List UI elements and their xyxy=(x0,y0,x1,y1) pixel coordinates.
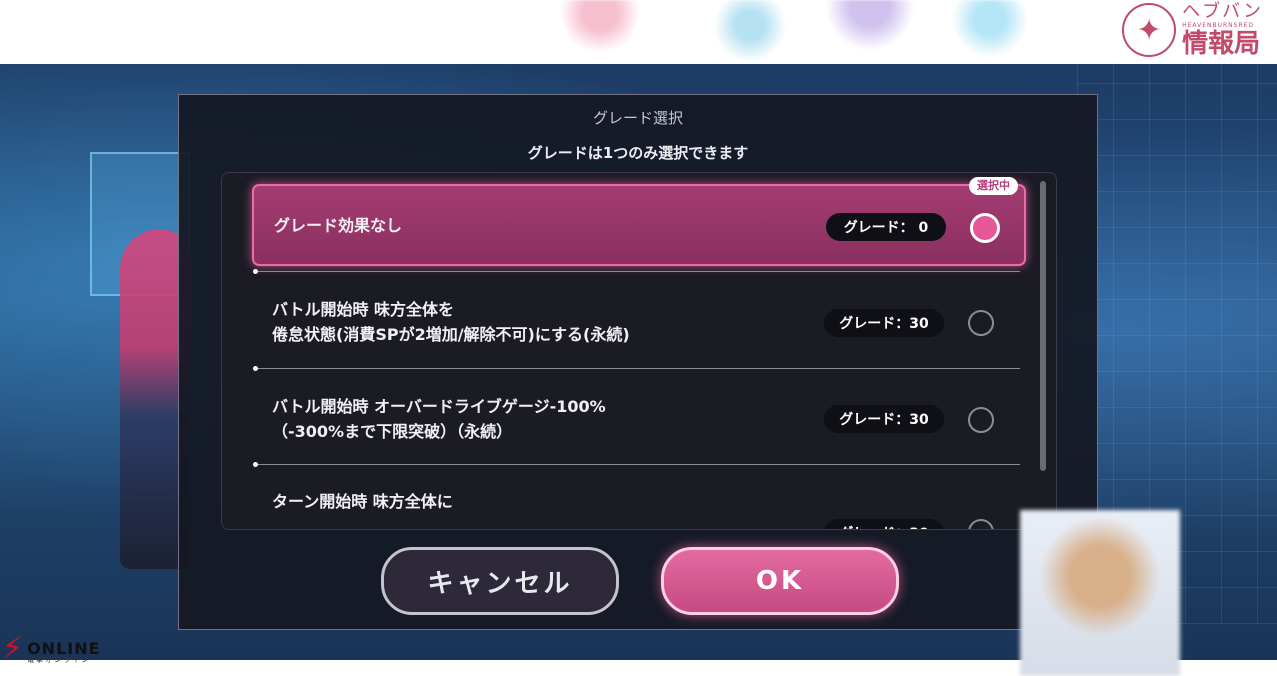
option-label: ターン開始時 味方全体に xyxy=(272,473,453,514)
grade-option-fatigue[interactable]: バトル開始時 味方全体を 倦怠状態(消費SPが2増加/解除不可)にする(永続) … xyxy=(252,281,1022,363)
grade-select-dialog: グレード選択 グレードは1つのみ選択できます 選択中 グレード効果なし グレード… xyxy=(178,94,1098,630)
radio-selected-icon[interactable] xyxy=(970,213,1000,243)
grade-pill: グレード： 0 xyxy=(826,213,946,241)
streamer-webcam xyxy=(1020,510,1180,676)
dialog-subtitle: グレードは1つのみ選択できます xyxy=(527,144,749,162)
option-label: バトル開始時 オーバードライブゲージ-100% （-300%まで下限突破）（永続… xyxy=(272,378,606,460)
option-label-line1: バトル開始時 味方全体を xyxy=(272,300,455,319)
brand-kanji: 情報局 xyxy=(1182,29,1261,59)
star-emblem-icon: ✦ xyxy=(1122,3,1177,57)
press-logo: ⚡ ONLINE 電撃オンライン xyxy=(2,634,101,664)
option-divider xyxy=(253,366,1020,371)
list-scrollbar[interactable] xyxy=(1040,181,1046,471)
top-banner: ✦ ヘブバン HEAVENBURNSRED 情報局 xyxy=(0,0,1277,64)
option-label-line1: バトル開始時 オーバードライブゲージ-100% xyxy=(272,397,606,416)
option-label-line2: 倦怠状態(消費SPが2増加/解除不可)にする(永続) xyxy=(272,325,630,344)
press-logo-sub: 電撃オンライン xyxy=(27,656,91,664)
grade-pill: グレード：30 xyxy=(824,309,944,337)
grade-pill: グレード：30 xyxy=(824,519,944,529)
option-label: グレード効果なし xyxy=(274,186,402,264)
option-label-line1: ターン開始時 味方全体に xyxy=(272,492,453,511)
option-label-line2: （-300%まで下限突破）（永続） xyxy=(272,422,513,441)
cancel-button[interactable]: キャンセル xyxy=(381,547,619,615)
option-divider xyxy=(253,269,1020,274)
press-logo-word: ONLINE xyxy=(27,639,101,658)
grade-option-turn-start[interactable]: ターン開始時 味方全体に グレード：30 xyxy=(252,473,1022,529)
grade-pill: グレード：30 xyxy=(824,405,944,433)
lightning-icon: ⚡ xyxy=(2,631,24,666)
grade-option-list[interactable]: 選択中 グレード効果なし グレード： 0 バトル開始時 味方全体を 倦怠状態(消… xyxy=(221,172,1057,530)
selected-badge: 選択中 xyxy=(969,177,1018,195)
radio-unselected-icon[interactable] xyxy=(968,310,994,336)
dialog-title: グレード選択 xyxy=(592,109,683,127)
banner-decoration xyxy=(480,0,1080,64)
grade-option-overdrive[interactable]: バトル開始時 オーバードライブゲージ-100% （-300%まで下限突破）（永続… xyxy=(252,378,1022,460)
brand-kana: ヘブバン xyxy=(1182,1,1263,22)
radio-unselected-icon[interactable] xyxy=(968,519,994,529)
option-label-line1: グレード効果なし xyxy=(274,215,403,235)
option-label: バトル開始時 味方全体を 倦怠状態(消費SPが2増加/解除不可)にする(永続) xyxy=(272,281,630,363)
brand-logo: ✦ ヘブバン HEAVENBURNSRED 情報局 xyxy=(1122,3,1263,57)
radio-unselected-icon[interactable] xyxy=(968,407,994,433)
ok-button[interactable]: OK xyxy=(661,547,899,615)
grade-option-none[interactable]: 選択中 グレード効果なし グレード： 0 xyxy=(252,177,1026,266)
option-divider xyxy=(253,462,1020,467)
